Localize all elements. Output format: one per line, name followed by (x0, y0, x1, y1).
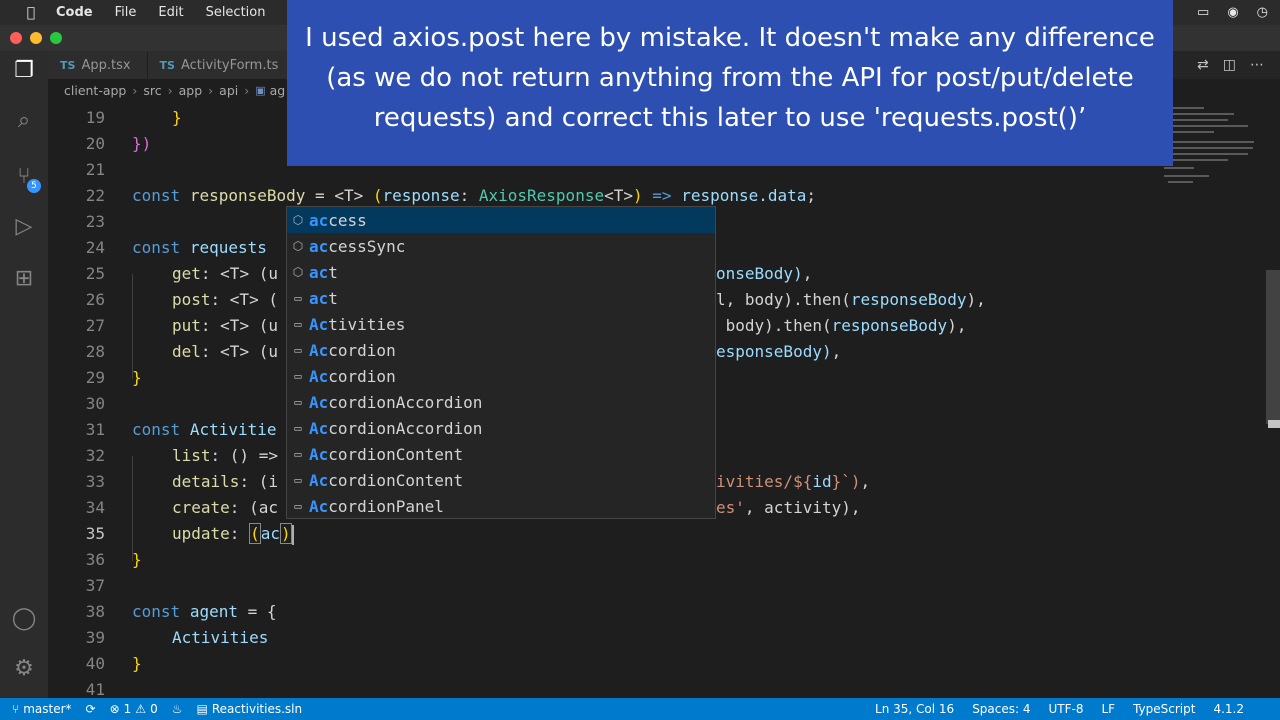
sync-icon[interactable]: ⟳ (86, 702, 96, 716)
account-icon[interactable]: ◯ (10, 605, 38, 633)
method-icon: ⬡ (292, 239, 304, 253)
code-line: 41 (85, 680, 105, 698)
search-icon[interactable]: ⌕ (10, 107, 38, 135)
status-bar: ⑂ master* ⟳ ⊗ 1 ⚠ 0 ♨ ▤ Reactivities.sln Ln 3… (0, 698, 1280, 720)
suggestion-item[interactable]: ▭ AccordionAccordion (287, 389, 715, 415)
tab-app-tsx[interactable]: TS App.tsx (48, 51, 148, 79)
code-line: 39 Activities (85, 628, 269, 647)
tab-label: App.tsx (81, 57, 131, 73)
split-editor-icon[interactable]: ◫ (1223, 57, 1236, 73)
suggestion-item[interactable]: ⬡ act (287, 259, 715, 285)
chevron-right-icon: › (244, 82, 250, 98)
encoding[interactable]: UTF-8 (1049, 702, 1084, 716)
close-window-button[interactable] (10, 32, 22, 44)
scrollbar-cursor-marker (1268, 420, 1280, 428)
solution-file-icon: ▤ (196, 702, 208, 716)
field-icon: ▭ (294, 395, 302, 409)
menu-file[interactable]: File (115, 5, 137, 20)
source-control-badge: 5 (27, 179, 41, 193)
breadcrumb-part[interactable]: api (219, 83, 238, 98)
chevron-right-icon: › (208, 82, 214, 98)
code-line: 40} (85, 654, 142, 673)
tab-activityform[interactable]: TS ActivityForm.ts (147, 51, 296, 79)
suggestion-item[interactable]: ▭ AccordionContent (287, 467, 715, 493)
git-branch-status[interactable]: ⑂ master* (12, 702, 72, 716)
end-of-line[interactable]: LF (1101, 702, 1115, 716)
traffic-lights (10, 32, 62, 44)
instructor-note-overlay: I used axios.post here by mistake. It do… (287, 0, 1173, 166)
error-icon: ⊗ (109, 702, 120, 716)
suggestion-item[interactable]: ▭ Activities (287, 311, 715, 337)
field-icon: ▭ (294, 317, 302, 331)
control-center-icon[interactable]: ◉ (1227, 5, 1238, 20)
suggestion-item[interactable]: ⬡ accessSync (287, 233, 715, 259)
extensions-icon[interactable]: ⊞ (10, 265, 38, 293)
file-ts-icon: ▣ (255, 83, 266, 97)
menu-edit[interactable]: Edit (158, 5, 183, 20)
chevron-right-icon: › (132, 82, 138, 98)
suggestion-item[interactable]: ▭ Accordion (287, 363, 715, 389)
screen-icon[interactable]: ▭ (1197, 5, 1209, 20)
warning-icon: ⚠ (135, 702, 147, 716)
code-line: 38 const agent = { (85, 602, 277, 621)
run-debug-icon[interactable]: ▷ (10, 213, 38, 241)
chevron-right-icon: › (167, 82, 173, 98)
system-tray: ▭ ◉ ◷ (1197, 0, 1268, 25)
suggestion-item[interactable]: ▭ act (287, 285, 715, 311)
field-icon: ▭ (294, 473, 302, 487)
field-icon: ▭ (294, 369, 302, 383)
note-line: (as we do not return anything from the A… (326, 63, 1134, 93)
menu-selection[interactable]: Selection (206, 5, 266, 20)
suggestion-item[interactable]: ▭ AccordionAccordion (287, 415, 715, 441)
suggestion-item[interactable]: ▭ Accordion (287, 337, 715, 363)
cursor-position[interactable]: Ln 35, Col 16 (875, 702, 954, 716)
apple-icon[interactable]:  (20, 5, 42, 21)
minimize-window-button[interactable] (30, 32, 42, 44)
minimap[interactable] (1160, 101, 1260, 221)
field-icon: ▭ (294, 343, 302, 357)
suggestion-item[interactable]: ▭ AccordionContent (287, 441, 715, 467)
language-mode[interactable]: TypeScript (1133, 702, 1195, 716)
breadcrumb-part[interactable]: app (179, 83, 203, 98)
problems-status[interactable]: ⊗ 1 ⚠ 0 (110, 702, 158, 716)
field-icon: ▭ (294, 421, 302, 435)
suggestion-item[interactable]: ⬡ access (287, 207, 715, 233)
note-line: I used axios.post here by mistake. It do… (305, 23, 1155, 53)
typescript-icon: TS (60, 58, 76, 72)
code-line: 36} (85, 550, 142, 569)
note-line: requests) and correct this later to use … (373, 103, 1087, 133)
field-icon: ▭ (294, 291, 302, 305)
breadcrumb-part[interactable]: client-app (64, 83, 126, 98)
field-icon: ▭ (294, 499, 302, 513)
more-actions-icon[interactable]: ⋯ (1250, 57, 1264, 73)
suggestion-item[interactable]: ▭ AccordionPanel (287, 493, 715, 519)
explorer-icon[interactable]: ❐ (10, 57, 38, 85)
tab-label: ActivityForm.ts (180, 57, 279, 73)
source-control-icon[interactable]: ⑂ 5 (10, 163, 41, 193)
breadcrumb-file[interactable]: ag (270, 83, 286, 98)
flame-icon[interactable]: ♨ (172, 702, 183, 716)
compare-changes-icon[interactable]: ⇄ (1197, 57, 1209, 73)
git-branch-icon: ⑂ (12, 702, 20, 716)
autocomplete-suggest-widget: ⬡ access ⬡ accessSync ⬡ act ▭ act ▭ Activitie… (286, 206, 716, 519)
field-icon: ▭ (294, 447, 302, 461)
clock-icon[interactable]: ◷ (1257, 5, 1268, 20)
code-line: 37 (85, 576, 105, 595)
menu-code[interactable]: Code (56, 5, 93, 20)
typescript-version[interactable]: 4.1.2 (1213, 702, 1244, 716)
code-line-current: 35 update: (ac) (85, 523, 292, 544)
typescript-icon: TS (159, 58, 175, 72)
method-icon: ⬡ (292, 265, 304, 279)
activity-bar: ❐ ⌕ ⑂ 5 ▷ ⊞ ◯ ⚙ (0, 51, 48, 698)
zoom-window-button[interactable] (50, 32, 62, 44)
text-cursor (292, 525, 294, 545)
indentation[interactable]: Spaces: 4 (972, 702, 1030, 716)
vertical-scrollbar[interactable] (1266, 270, 1280, 424)
settings-gear-icon[interactable]: ⚙ (10, 655, 38, 683)
breadcrumb-part[interactable]: src (143, 83, 161, 98)
method-icon: ⬡ (292, 213, 304, 227)
editor-actions: ⇄ ◫ ⋯ (1197, 51, 1264, 79)
solution-status[interactable]: ▤ Reactivities.sln (196, 702, 302, 716)
